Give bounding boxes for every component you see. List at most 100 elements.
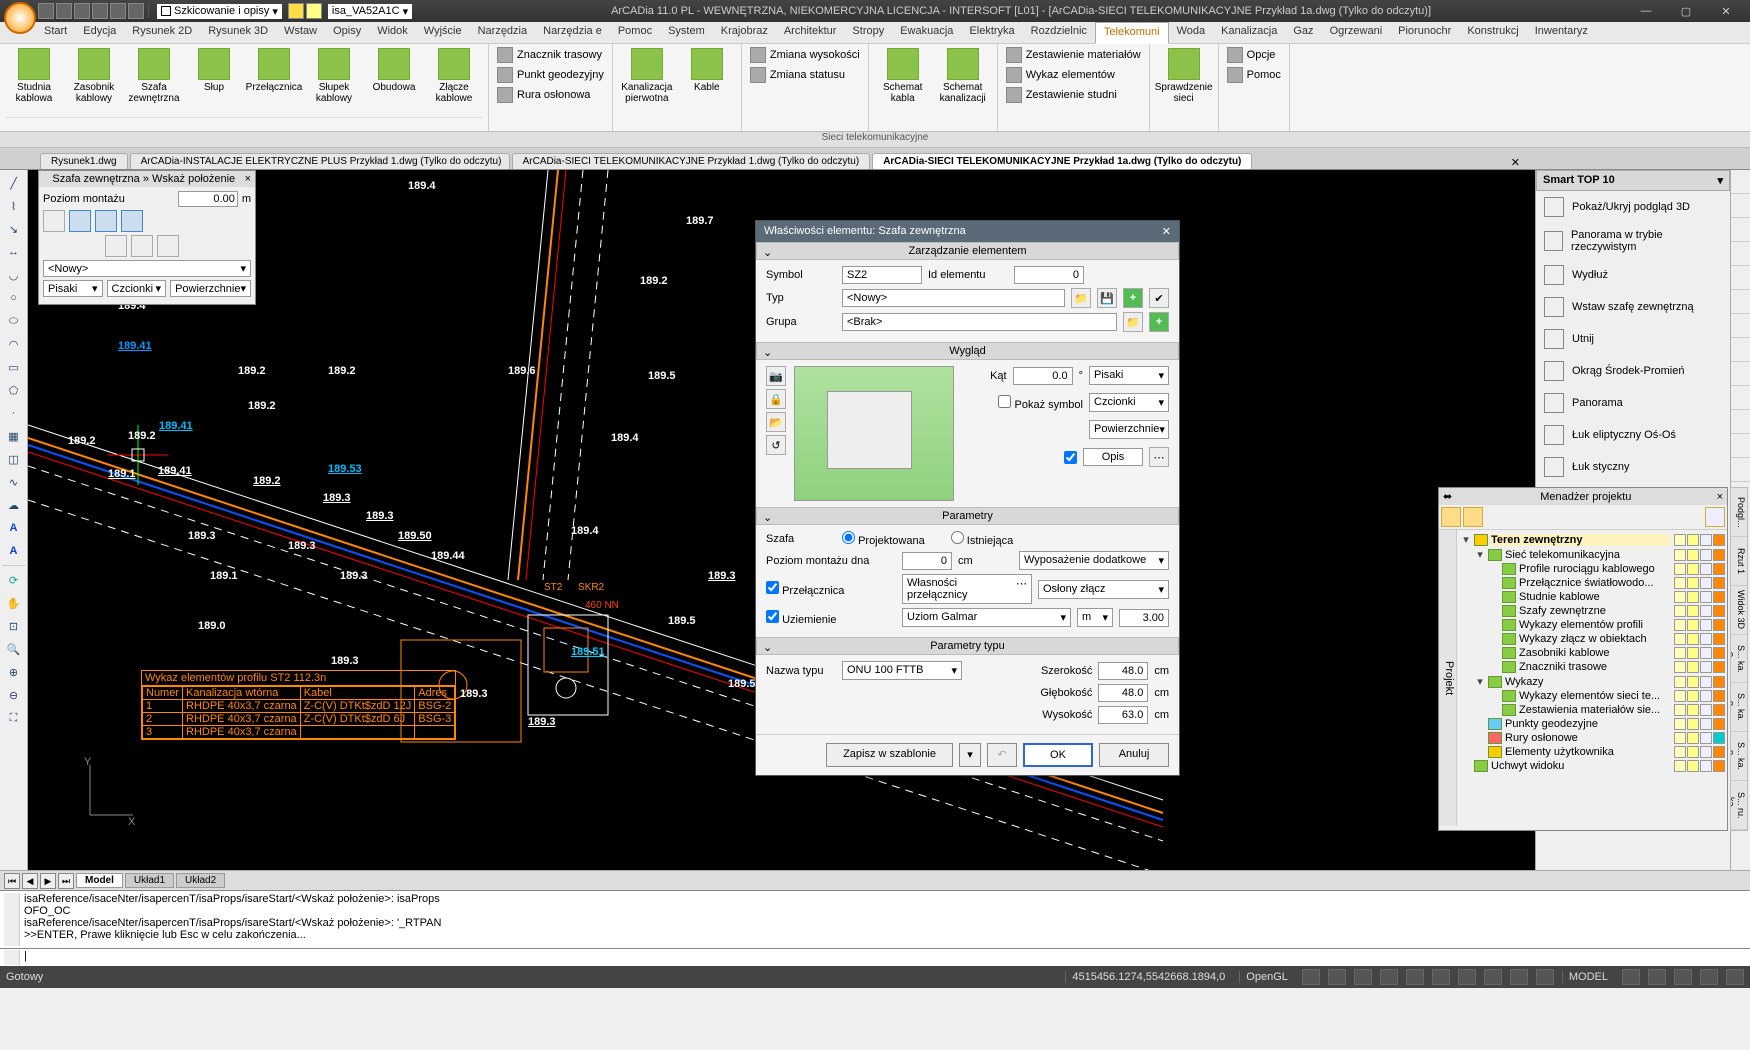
status-snap-2[interactable] — [1328, 969, 1346, 985]
czcionki-dlg-combo[interactable]: Czcionki▾ — [1089, 393, 1169, 412]
tree-node[interactable]: Rury osłonowe — [1459, 731, 1725, 745]
qat-new-icon[interactable] — [38, 3, 54, 19]
ribbon-item[interactable]: Znacznik trasowy — [495, 46, 606, 64]
status-snap-10[interactable] — [1536, 969, 1554, 985]
ribbon-item[interactable]: Słupekkablowy — [306, 46, 362, 104]
pm-close-icon[interactable]: × — [1717, 491, 1723, 503]
ribbon-tab-pomoc[interactable]: Pomoc — [610, 22, 660, 43]
typ-combo[interactable]: <Nowy> — [842, 289, 1065, 307]
opis-btn[interactable]: Opis — [1083, 448, 1143, 466]
nazwa-typu-combo[interactable]: ONU 100 FTTB▾ — [842, 661, 962, 680]
pow-dlg-combo[interactable]: Powierzchnie▾ — [1089, 420, 1169, 439]
id-input[interactable] — [1014, 266, 1084, 284]
ok-button[interactable]: OK — [1023, 743, 1093, 767]
glebokosc-input[interactable] — [1098, 684, 1148, 702]
anuluj-button[interactable]: Anuluj — [1099, 743, 1169, 767]
status-snap-7[interactable] — [1458, 969, 1476, 985]
tool-pan-icon[interactable]: ✋ — [2, 592, 26, 614]
grupa-btn[interactable]: 📁 — [1123, 312, 1143, 332]
status-snap-4[interactable] — [1380, 969, 1398, 985]
ribbon-item[interactable]: Słup — [186, 46, 242, 93]
status-btn-c[interactable] — [1674, 969, 1692, 985]
tree-node[interactable]: Wykazy elementów profili — [1459, 618, 1725, 632]
symbol-input[interactable] — [842, 266, 922, 284]
tool-ray-icon[interactable]: ↘ — [2, 218, 26, 240]
right-vtab[interactable]: S... ka. e... — [1731, 635, 1747, 684]
kat-input[interactable] — [1013, 367, 1073, 385]
tool-refresh-icon[interactable]: ⟳ — [2, 569, 26, 591]
minimize-button[interactable]: — — [1626, 0, 1666, 22]
tree-node[interactable]: Zestawienia materiałów sie... — [1459, 703, 1725, 717]
ribbon-item[interactable]: Studniakablowa — [6, 46, 62, 104]
ribbon-tab-konstrukcj[interactable]: Konstrukcj — [1459, 22, 1526, 43]
status-snap-5[interactable] — [1406, 969, 1424, 985]
ribbon-tab-edycja[interactable]: Edycja — [75, 22, 124, 43]
snap-btn-2[interactable] — [69, 210, 91, 232]
pm-tb-filter[interactable] — [1705, 507, 1725, 527]
status-snap-8[interactable] — [1484, 969, 1502, 985]
ribbon-item[interactable]: Złączekablowe — [426, 46, 482, 104]
ribbon-item[interactable]: Przełącznica — [246, 46, 302, 93]
typ-check-button[interactable]: ✔ — [1149, 288, 1169, 308]
status-btn-a[interactable] — [1622, 969, 1640, 985]
right-vtab[interactable]: Widok 3D — [1731, 586, 1747, 635]
tree-node[interactable]: Punkty geodezyjne — [1459, 717, 1725, 731]
tool-text-icon[interactable]: A — [2, 517, 26, 539]
ribbon-item[interactable]: Zestawienie studni — [1004, 86, 1143, 104]
ribbon-item[interactable]: Opcje — [1225, 46, 1283, 64]
qat-bulb-icon[interactable] — [288, 3, 304, 19]
ribbon-item[interactable]: Schematkabla — [875, 46, 931, 104]
tool-zoomin-icon[interactable]: ⊕ — [2, 661, 26, 683]
ribbon-tab-rysunek 2d[interactable]: Rysunek 2D — [124, 22, 200, 43]
redge-2[interactable] — [1731, 218, 1750, 242]
typ-btn2[interactable]: 💾 — [1097, 288, 1117, 308]
tool-earc-icon[interactable]: ◠ — [2, 333, 26, 355]
view-folder-icon[interactable]: 📂 — [766, 412, 786, 432]
przelacznica-checkbox[interactable]: Przełącznica — [766, 581, 896, 597]
redge-pin-icon[interactable] — [1731, 170, 1750, 194]
ribbon-tab-ogrzewani[interactable]: Ogrzewani — [1322, 22, 1391, 43]
ribbon-item[interactable]: Zestawienie materiałów — [1004, 46, 1143, 64]
btm-prev-icon[interactable]: ◀ — [22, 873, 38, 889]
uziemienie-checkbox[interactable]: Uziemienie — [766, 610, 896, 626]
status-btn-d[interactable] — [1700, 969, 1718, 985]
ribbon-tab-narzędzia e[interactable]: Narzędzia e — [535, 22, 610, 43]
radio-istniejaca[interactable]: Istniejąca — [951, 531, 1014, 547]
tool-xline-icon[interactable]: ↔ — [2, 241, 26, 263]
qat-save-icon[interactable] — [74, 3, 90, 19]
snap-btn-4[interactable] — [121, 210, 143, 232]
ribbon-item[interactable]: Obudowa — [366, 46, 422, 93]
ribbon-tab-start[interactable]: Start — [36, 22, 75, 43]
tree-node[interactable]: ▾Teren zewnętrzny — [1459, 532, 1725, 547]
tool-mtext-icon[interactable]: A — [2, 540, 26, 562]
ins-combo[interactable]: <Nowy>▾ — [43, 260, 251, 277]
powierzchnie-combo[interactable]: Powierzchnie▾ — [170, 280, 251, 297]
tool-circle-icon[interactable]: ○ — [2, 287, 26, 309]
ribbon-tab-opisy[interactable]: Opisy — [325, 22, 369, 43]
redge-9[interactable] — [1731, 386, 1750, 410]
maximize-button[interactable]: ▢ — [1666, 0, 1706, 22]
ribbon-tab-rysunek 3d[interactable]: Rysunek 3D — [200, 22, 276, 43]
smart-top-item[interactable]: Panorama w trybie rzeczywistym — [1536, 223, 1730, 259]
right-vtab[interactable]: S... ka. e... — [1731, 732, 1747, 781]
undo-dlg-button[interactable]: ↶ — [987, 743, 1017, 767]
right-vtab[interactable]: Podgl... — [1731, 488, 1747, 537]
qat-sun-icon[interactable] — [306, 3, 322, 19]
opis-checkbox[interactable] — [1064, 451, 1077, 464]
tool-zoomout-icon[interactable]: ⊖ — [2, 684, 26, 706]
ribbon-item[interactable]: Kanalizacjapierwotna — [619, 46, 675, 104]
tool-polyline-icon[interactable]: ⌇ — [2, 195, 26, 217]
uziom-value-input[interactable] — [1119, 609, 1169, 627]
btm-last-icon[interactable]: ⏭ — [58, 873, 74, 889]
typ-btn1[interactable]: 📁 — [1071, 288, 1091, 308]
ribbon-item[interactable]: Zasobnikkablowy — [66, 46, 122, 104]
app-orb[interactable] — [4, 2, 36, 34]
pisaki-dlg-combo[interactable]: Pisaki▾ — [1089, 366, 1169, 385]
ribbon-tab-narzędzia[interactable]: Narzędzia — [470, 22, 536, 43]
document-tab[interactable]: ArCADia-INSTALACJE ELEKTRYCZNE PLUS Przy… — [130, 153, 510, 169]
tool-rect-icon[interactable]: ▭ — [2, 356, 26, 378]
redge-10[interactable] — [1731, 410, 1750, 434]
close-button[interactable]: ✕ — [1706, 0, 1746, 22]
redge-4[interactable] — [1731, 266, 1750, 290]
status-snap-3[interactable] — [1354, 969, 1372, 985]
